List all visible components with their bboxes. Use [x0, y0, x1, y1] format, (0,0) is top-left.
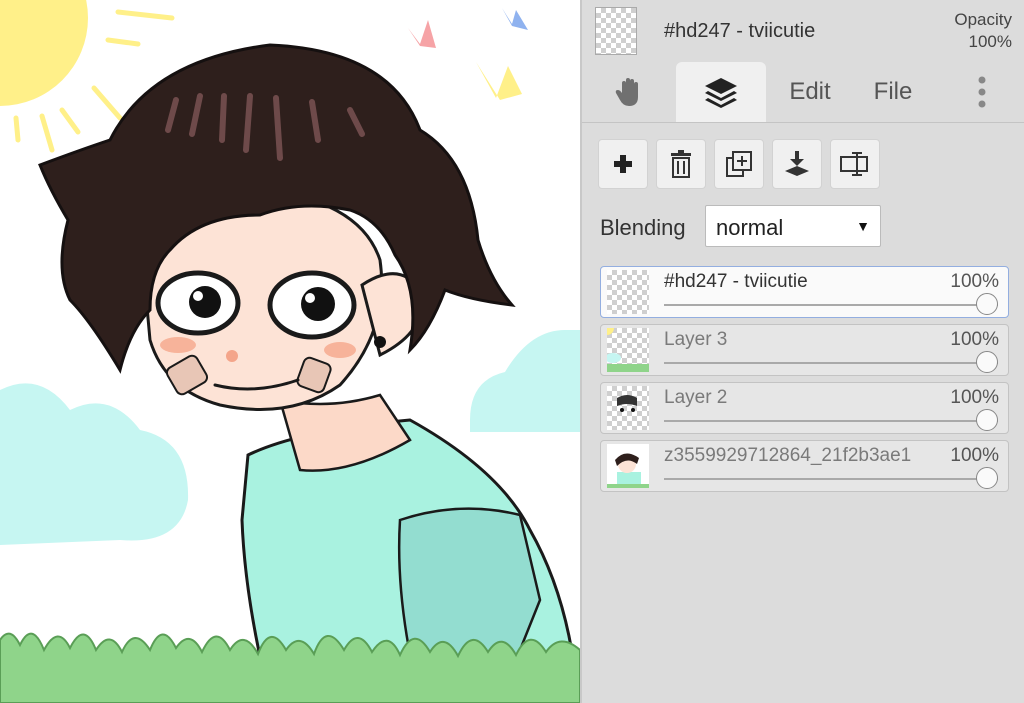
layer-name: z3559929712864_21f2b3ae1: [664, 445, 912, 466]
layer-opacity: 100%: [950, 329, 999, 350]
layer-item[interactable]: #hd247 - tviicutie 100%: [600, 266, 1009, 318]
slider-knob[interactable]: [976, 409, 998, 431]
slider-knob[interactable]: [976, 351, 998, 373]
artwork: [0, 0, 580, 703]
nose: [226, 350, 238, 362]
layer-thumbnail: [607, 270, 649, 314]
blending-value: normal: [716, 215, 784, 240]
tab-hand[interactable]: [592, 62, 668, 122]
rename-icon: [840, 152, 868, 176]
duplicate-icon: [726, 151, 752, 177]
add-layer-button[interactable]: [598, 139, 648, 189]
more-menu-button[interactable]: [952, 62, 1012, 122]
merge-down-icon: [785, 151, 809, 176]
panel-tabs: Edit File: [582, 62, 1024, 123]
delete-layer-button[interactable]: [656, 139, 706, 189]
layer-opacity-slider[interactable]: [664, 293, 998, 315]
cloud: [0, 383, 189, 545]
rename-layer-button[interactable]: [830, 139, 880, 189]
cloud: [470, 330, 580, 432]
butterfly: [476, 62, 522, 100]
layer-thumbnail: [607, 328, 649, 372]
slider-knob[interactable]: [976, 293, 998, 315]
layer-opacity: 100%: [950, 387, 999, 408]
drawing-canvas[interactable]: [0, 0, 580, 703]
opacity-value: 100%: [968, 32, 1012, 51]
layer-opacity-slider[interactable]: [664, 467, 998, 489]
opacity-display[interactable]: Opacity 100%: [954, 9, 1012, 53]
layer-name: Layer 2: [664, 387, 728, 408]
trash-icon: [671, 150, 691, 178]
tab-layers[interactable]: [676, 62, 766, 122]
layer-name: #hd247 - tviicutie: [664, 271, 808, 292]
blending-label: Blending: [600, 215, 686, 240]
layer-opacity: 100%: [950, 271, 999, 292]
slider-knob[interactable]: [976, 467, 998, 489]
active-layer-thumbnail[interactable]: [595, 7, 637, 55]
butterfly: [408, 20, 436, 48]
layers-icon: [705, 78, 737, 108]
hand-icon: [615, 78, 638, 106]
layer-opacity-slider[interactable]: [664, 351, 998, 373]
butterfly: [502, 8, 528, 30]
layer-opacity: 100%: [950, 445, 999, 466]
opacity-label: Opacity: [954, 10, 1012, 29]
more-vertical-icon: [978, 76, 986, 108]
layer-thumbnail: [607, 386, 649, 430]
layer-item[interactable]: Layer 2 100%: [600, 382, 1009, 434]
active-layer-bar: #hd247 - tviicutie Opacity 100%: [582, 0, 1024, 62]
dropdown-arrow-icon: ▼: [856, 218, 870, 234]
plus-icon: [614, 155, 632, 173]
duplicate-layer-button[interactable]: [714, 139, 764, 189]
layer-name: Layer 3: [664, 329, 728, 350]
earring: [374, 336, 386, 348]
merge-down-button[interactable]: [772, 139, 822, 189]
layer-item[interactable]: Layer 3 100%: [600, 324, 1009, 376]
tab-file[interactable]: File: [858, 62, 928, 122]
layers-panel: #hd247 - tviicutie Opacity 100% Edit Fil…: [580, 0, 1024, 703]
layer-item[interactable]: z3559929712864_21f2b3ae1 100%: [600, 440, 1009, 492]
sun: [0, 0, 88, 106]
tab-edit[interactable]: Edit: [772, 62, 848, 122]
blending-select[interactable]: normal ▼: [705, 205, 881, 247]
layer-thumbnail: [607, 444, 649, 488]
active-layer-name: #hd247 - tviicutie: [664, 20, 816, 42]
layer-opacity-slider[interactable]: [664, 409, 998, 431]
